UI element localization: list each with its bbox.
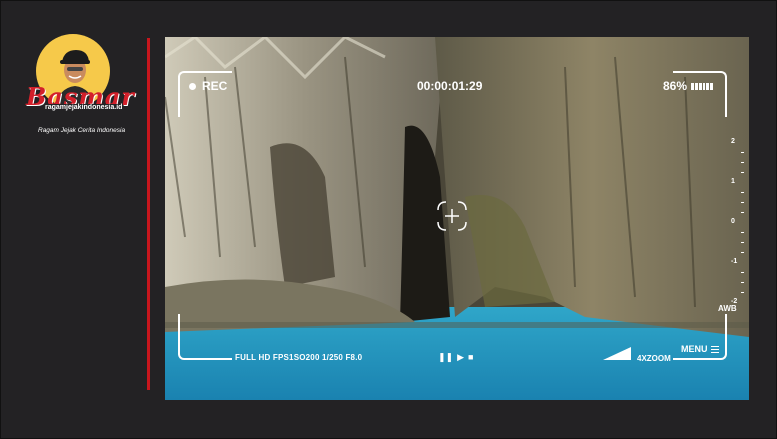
battery-status: 86% <box>663 79 713 93</box>
playback-controls: ❚❚ ▶ ■ <box>438 352 473 363</box>
battery-percent: 86% <box>663 79 688 93</box>
stop-icon[interactable]: ■ <box>468 352 473 363</box>
frame-corner-bottom-left <box>178 314 232 360</box>
awb-label[interactable]: AWB <box>718 304 737 313</box>
exposure-scale-label: -1 <box>731 258 738 265</box>
exposure-scale-tick <box>741 242 744 243</box>
record-dot-icon <box>189 82 196 90</box>
exposure-scale-label: 2 <box>731 138 735 145</box>
menu-label: MENU <box>681 344 708 354</box>
play-icon[interactable]: ▶ <box>457 352 464 363</box>
frame-corner-top-right <box>673 71 727 117</box>
focus-crosshair-icon[interactable] <box>434 198 470 234</box>
frame-corner-top-left <box>178 71 232 117</box>
exposure-scale-tick <box>741 152 744 153</box>
zoom-label: 4XZOOM <box>637 354 671 363</box>
exposure-scale-tick <box>741 272 744 273</box>
menu-button[interactable]: MENU <box>681 344 719 354</box>
exposure-scale-tick <box>741 212 744 213</box>
exposure-scale-label: 1 <box>731 178 735 185</box>
exposure-scale-tick <box>741 282 744 283</box>
exposure-scale: 2 1 0 -1 -2 <box>731 138 747 305</box>
zoom-level-icon[interactable] <box>603 347 631 360</box>
exposure-scale-tick <box>741 232 744 233</box>
rec-label: REC <box>202 79 228 93</box>
logo-site-text: ragamjejakindonesia.id <box>44 104 124 111</box>
timecode: 00:00:01:29 <box>417 79 483 93</box>
camera-hud-overlay: REC 00:00:01:29 86% 2 1 0 -1 -2 AWB FULL HD … <box>165 37 749 400</box>
exposure-scale-tick <box>741 292 744 293</box>
exposure-scale-tick <box>741 192 744 193</box>
exposure-scale-tick <box>741 162 744 163</box>
recording-info: FULL HD FPS1SO200 1/250 F8.0 <box>235 353 363 362</box>
rec-indicator[interactable]: REC <box>189 79 227 93</box>
exposure-scale-tick <box>741 202 744 203</box>
logo-tagline: Ragam Jejak Cerita Indonesia <box>38 127 126 134</box>
red-divider <box>147 38 150 390</box>
battery-icon <box>691 82 713 90</box>
pause-icon[interactable]: ❚❚ <box>438 352 453 363</box>
menu-icon <box>710 345 719 353</box>
exposure-scale-tick <box>741 252 744 253</box>
exposure-scale-tick <box>741 172 744 173</box>
exposure-scale-label: 0 <box>731 218 735 225</box>
brand-logo[interactable]: Basmar ragamjejakindonesia.id Ragam Jeja… <box>20 30 140 140</box>
